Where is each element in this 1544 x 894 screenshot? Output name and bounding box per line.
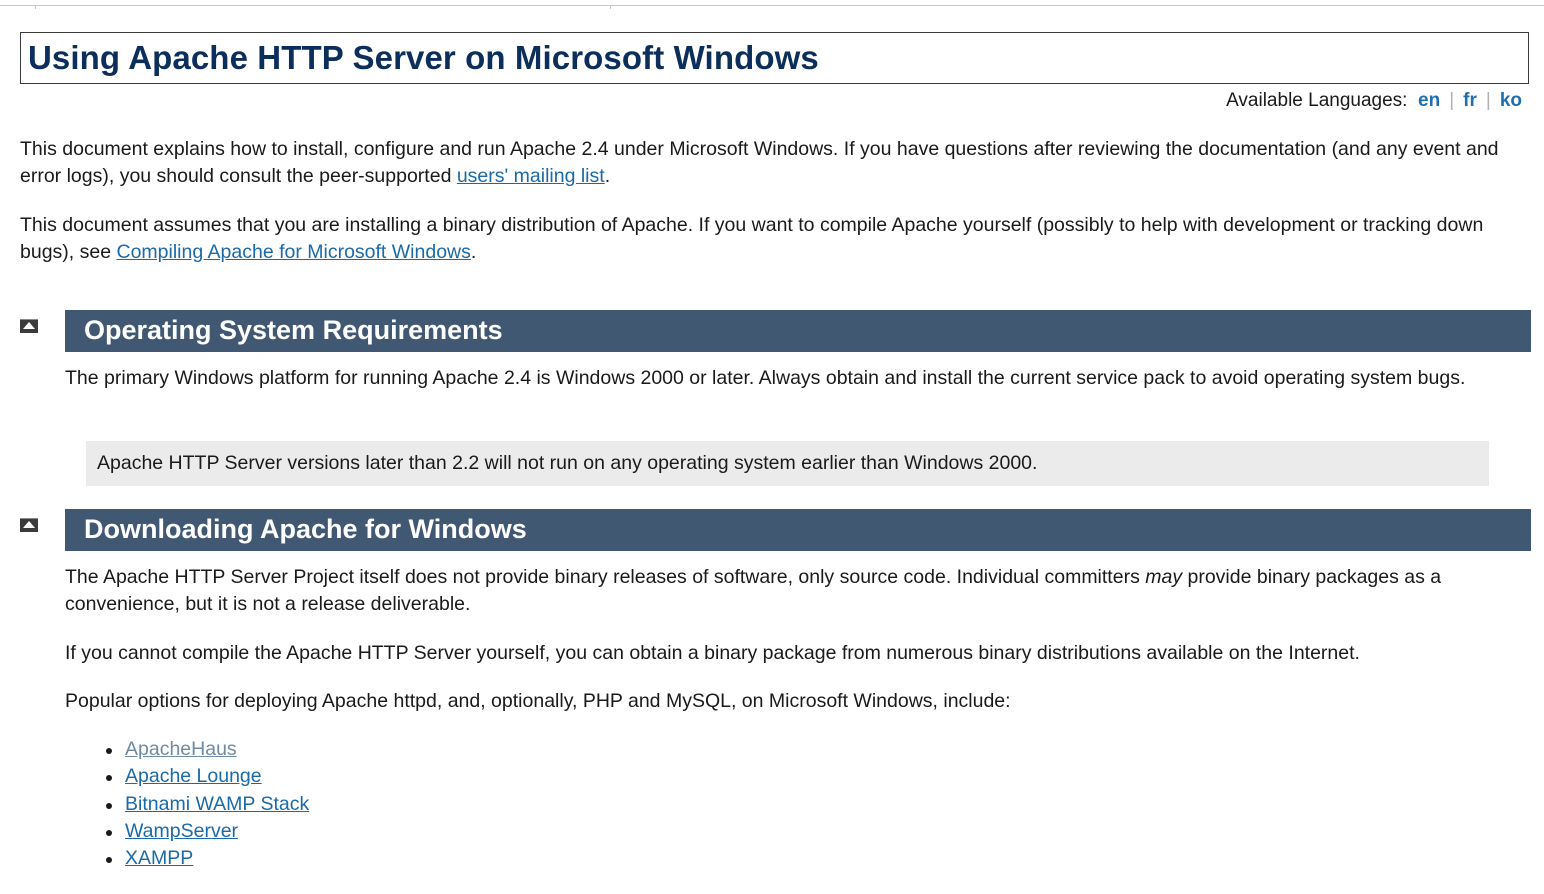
available-languages: Available Languages: en | fr | ko <box>1226 90 1522 112</box>
language-link-en[interactable]: en <box>1418 90 1440 111</box>
bullet <box>106 857 112 864</box>
language-link-fr[interactable]: fr <box>1463 90 1477 111</box>
list-item: WampServer <box>65 818 309 845</box>
language-separator: | <box>1485 90 1491 111</box>
section-heading: Operating System Requirements <box>84 315 503 345</box>
intro-paragraph-1-text: This document explains how to install, c… <box>20 138 1499 187</box>
language-link-ko[interactable]: ko <box>1500 90 1522 111</box>
downloading-paragraph-1-text: The Apache HTTP Server Project itself do… <box>65 566 1146 588</box>
list-item: ApacheHaus <box>65 736 309 763</box>
compiling-apache-link[interactable]: Compiling Apache for Microsoft Windows <box>116 241 470 263</box>
intro-paragraph-2: This document assumes that you are insta… <box>20 212 1530 266</box>
binary-distribution-list: ApacheHaus Apache Lounge Bitnami WAMP St… <box>65 736 309 872</box>
note-text: Apache HTTP Server versions later than 2… <box>97 452 1038 474</box>
xampp-link[interactable]: XAMPP <box>125 847 193 869</box>
back-to-top-arrow-icon[interactable] <box>20 319 38 333</box>
section-heading: Downloading Apache for Windows <box>84 514 527 544</box>
available-languages-label: Available Languages: <box>1226 90 1408 111</box>
up-arrow-icon <box>23 322 35 329</box>
bullet <box>106 775 112 782</box>
apachehaus-link[interactable]: ApacheHaus <box>125 738 237 760</box>
os-requirements-note: Apache HTTP Server versions later than 2… <box>86 441 1489 486</box>
section-header-os-requirements: Operating System Requirements <box>65 310 1531 352</box>
list-item: Bitnami WAMP Stack <box>65 791 309 818</box>
top-divider-tick <box>610 6 611 9</box>
downloading-paragraph-3: Popular options for deploying Apache htt… <box>65 690 1011 712</box>
list-item: XAMPP <box>65 845 309 872</box>
top-divider-tick <box>35 6 36 9</box>
intro-paragraph-2-end: . <box>470 241 477 263</box>
bullet <box>106 829 112 836</box>
section-header-downloading: Downloading Apache for Windows <box>65 509 1531 551</box>
bullet <box>106 748 112 754</box>
apache-lounge-link[interactable]: Apache Lounge <box>125 765 262 787</box>
intro-paragraph-1-end: . <box>604 165 611 187</box>
back-to-top-arrow-icon[interactable] <box>20 518 38 532</box>
bitnami-wamp-stack-link[interactable]: Bitnami WAMP Stack <box>125 793 309 815</box>
emphasis-may: may <box>1145 566 1183 588</box>
language-separator: | <box>1449 90 1455 111</box>
users-mailing-list-link[interactable]: users' mailing list <box>457 165 605 187</box>
intro-paragraph-1: This document explains how to install, c… <box>20 136 1530 190</box>
downloading-paragraph-1: The Apache HTTP Server Project itself do… <box>65 564 1533 618</box>
downloading-paragraph-2: If you cannot compile the Apache HTTP Se… <box>65 642 1360 664</box>
wampserver-link[interactable]: WampServer <box>125 820 238 842</box>
page-title-box: Using Apache HTTP Server on Microsoft Wi… <box>20 32 1529 84</box>
bullet <box>106 802 112 809</box>
list-item: Apache Lounge <box>65 763 309 790</box>
page-title: Using Apache HTTP Server on Microsoft Wi… <box>28 39 819 76</box>
up-arrow-icon <box>23 521 35 528</box>
top-divider <box>0 5 1544 6</box>
os-requirements-paragraph: The primary Windows platform for running… <box>65 367 1466 389</box>
